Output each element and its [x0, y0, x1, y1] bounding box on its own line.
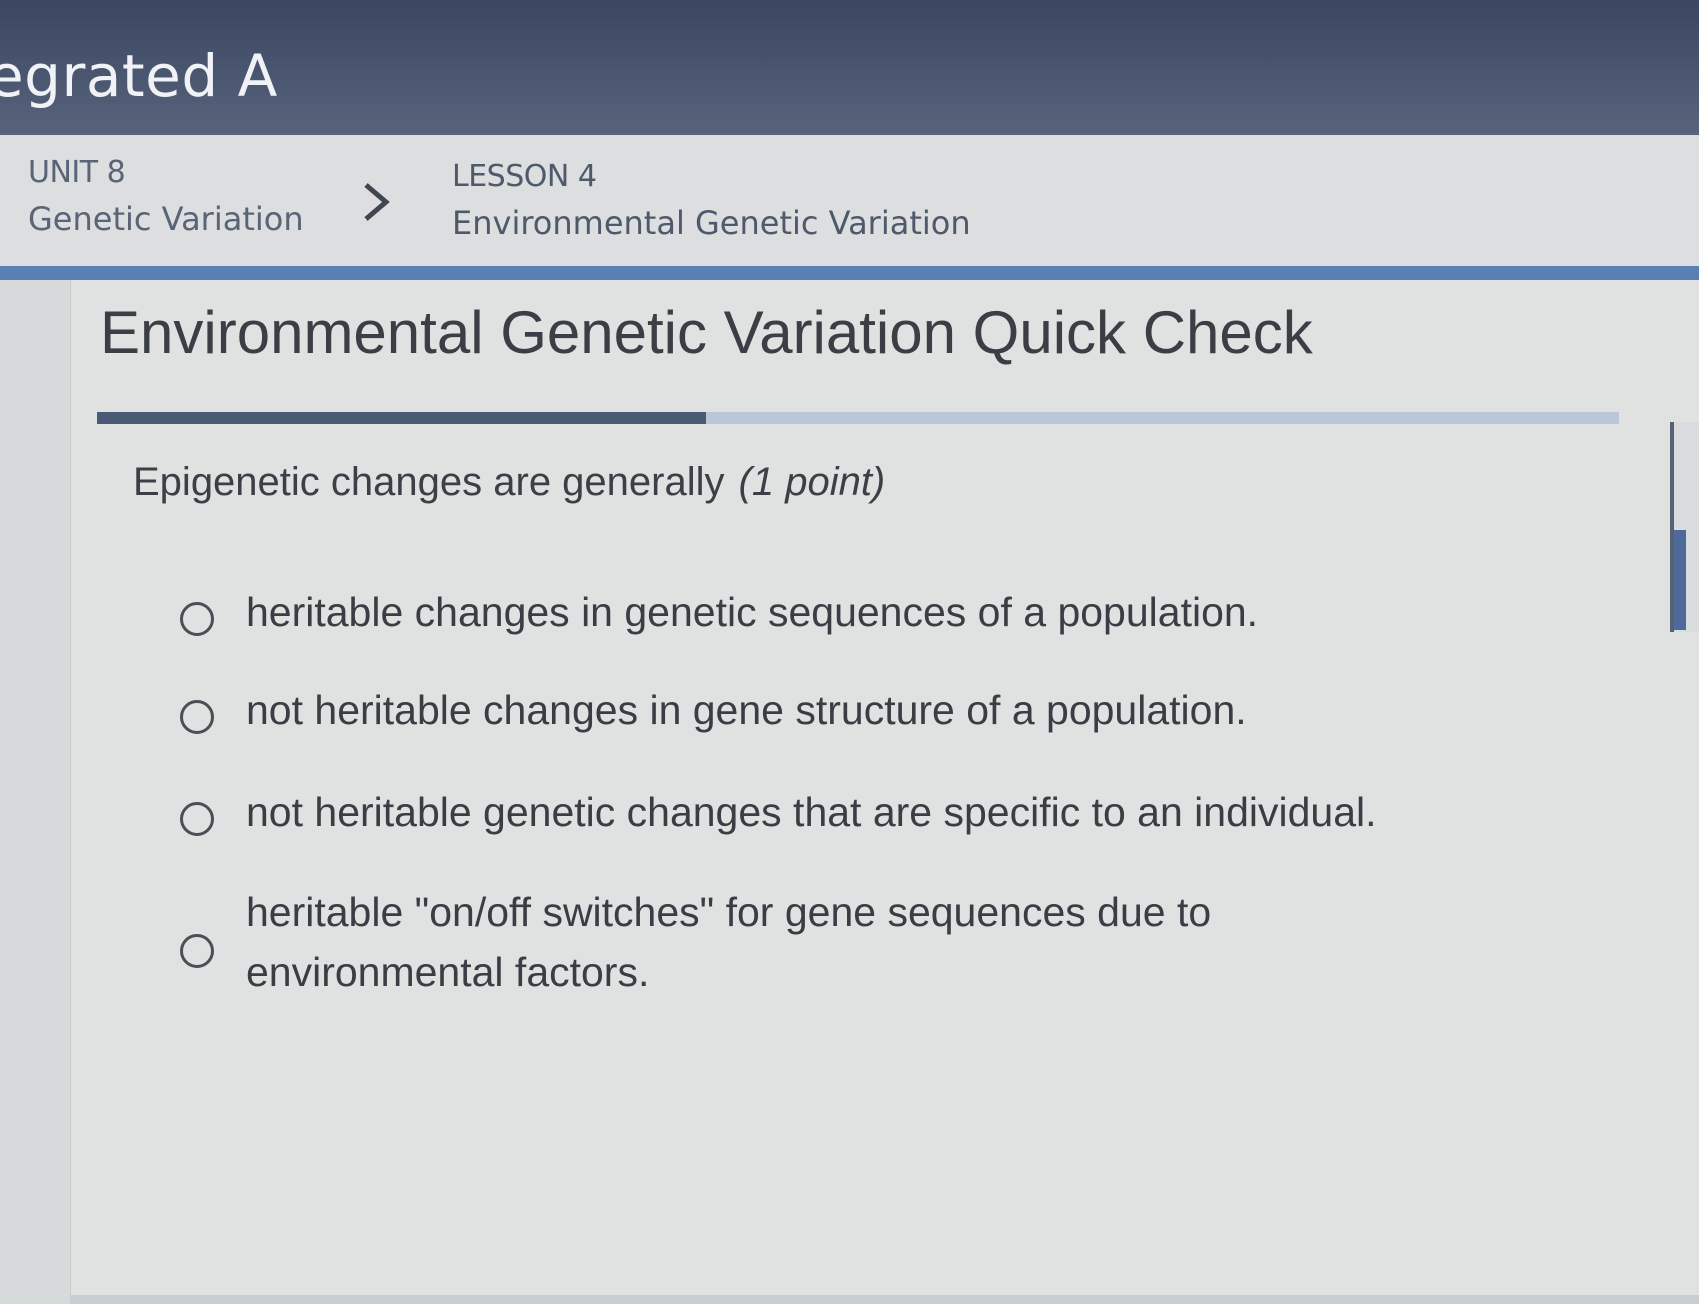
question-points: (1 point) — [738, 460, 886, 504]
progress-fill — [97, 412, 706, 424]
progress-bar — [97, 412, 1619, 424]
answer-option-text: heritable "on/off switches" for gene seq… — [246, 889, 1212, 995]
footer-divider — [70, 1295, 1699, 1304]
answer-option-text: not heritable genetic changes that are s… — [246, 789, 1377, 835]
lesson-label: LESSON 4 — [452, 159, 597, 194]
radio-button[interactable] — [180, 934, 214, 968]
breadcrumb: UNIT 8 Genetic Variation LESSON 4 Enviro… — [0, 135, 1699, 268]
app-header: egrated A — [0, 0, 1699, 135]
question-text: Epigenetic changes are generally — [133, 460, 725, 504]
left-gutter — [0, 280, 71, 1304]
chevron-right-icon — [364, 183, 390, 221]
answer-option-4[interactable]: heritable "on/off switches" for gene seq… — [180, 889, 1306, 1002]
answer-option-2[interactable]: not heritable changes in gene structure … — [180, 687, 1247, 740]
unit-label: UNIT 8 — [28, 155, 126, 190]
radio-button[interactable] — [180, 802, 214, 836]
question-prompt: Epigenetic changes are generally (1 point… — [133, 460, 885, 505]
page-title: Environmental Genetic Variation Quick Ch… — [100, 299, 1313, 366]
main-content: Environmental Genetic Variation Quick Ch… — [0, 280, 1699, 1304]
answer-option-text: heritable changes in genetic sequences o… — [246, 589, 1259, 635]
course-title: egrated A — [0, 42, 278, 110]
answer-option-3[interactable]: not heritable genetic changes that are s… — [180, 789, 1377, 842]
breadcrumb-lesson[interactable]: LESSON 4 Environmental Genetic Variation — [452, 159, 971, 242]
radio-button[interactable] — [180, 700, 214, 734]
lesson-title: Environmental Genetic Variation — [452, 204, 971, 242]
breadcrumb-unit[interactable]: UNIT 8 Genetic Variation — [28, 155, 304, 238]
header-divider — [0, 266, 1699, 280]
answer-option-1[interactable]: heritable changes in genetic sequences o… — [180, 589, 1258, 642]
unit-title: Genetic Variation — [28, 200, 304, 238]
side-panel-handle[interactable] — [1674, 530, 1686, 630]
radio-button[interactable] — [180, 602, 214, 636]
answer-option-text: not heritable changes in gene structure … — [246, 687, 1247, 733]
